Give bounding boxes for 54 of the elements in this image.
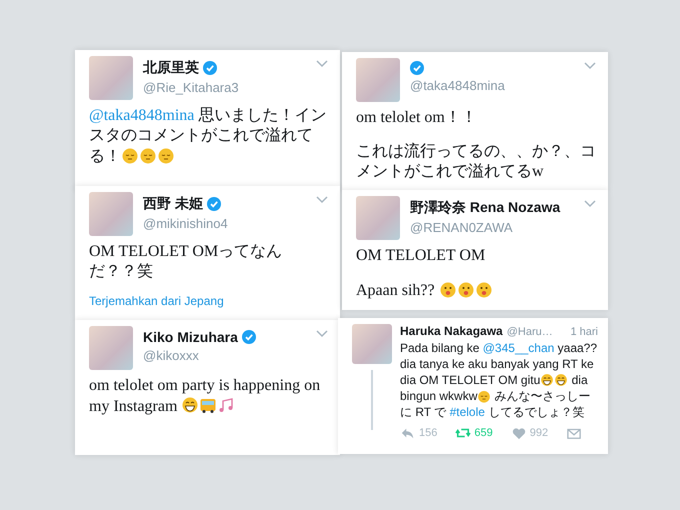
mention-link[interactable]: @345__chan [482,341,554,355]
sleepy-emoji-icon [139,146,157,164]
avatar-photo[interactable] [352,324,392,364]
avatar-photo[interactable] [356,58,400,102]
envelope-icon[interactable] [566,426,582,440]
user-name[interactable]: Kiko Mizuhara [143,329,238,345]
shocked-emoji-icon [438,280,457,298]
avatar-photo[interactable] [89,56,133,100]
action-count: 156 [419,427,438,439]
notes-emoji-icon [217,396,236,414]
user-name[interactable]: 野澤玲奈 Rena Nozawa [410,199,560,217]
tweet-text: om telolet om party is happening on my Instagram [89,376,322,417]
user-name[interactable]: 北原里英 [143,59,199,77]
chevron-down-icon[interactable] [584,200,596,208]
user-name[interactable]: Haruka Nakagawa [400,324,503,338]
chevron-down-icon[interactable] [584,62,596,70]
retweet-icon[interactable] [455,426,472,440]
laugh-emoji-icon [540,373,554,387]
tweet-text: これは流行ってるの、、か？、コメントがこれで溢れてるw [356,142,596,182]
chevron-down-icon[interactable] [316,196,328,204]
user-name[interactable]: 西野 未姫 [143,195,203,213]
reply-icon[interactable] [400,426,416,440]
avatar-photo[interactable] [89,326,133,370]
user-handle[interactable]: @taka4848mina [410,78,505,93]
action-count: 659 [474,427,493,439]
user-handle[interactable]: @RENAN0ZAWA [410,220,560,235]
avatar-photo[interactable] [89,192,133,236]
hashtag-link[interactable]: #telole [450,405,485,419]
user-handle[interactable]: @kikoxxx [143,348,256,363]
tweet-text: Pada bilang ke @345__chan yaaa??dia tanya ke aku banyak yang RT ke dia OM TELOLET OM gitu dia bingun wkwkw みんな〜さっしーに RT で #telole してるでしょ？笑 [400,340,598,420]
translate-link[interactable]: Terjemahkan dari Jepang [89,294,328,308]
tweet-text: om telolet om！！ [356,108,478,128]
mention-link[interactable]: @taka4848mina [89,107,194,124]
tweet-text: OM TELOLET OMってなんだ？？笑 [89,242,284,282]
tweet-text: @taka4848mina 思いました！インスタのコメントがこれで溢れてる！ [89,106,328,167]
laugh-emoji-icon [181,396,200,414]
user-handle[interactable]: @mikinishino4 [143,216,228,231]
shocked-emoji-icon [456,280,475,298]
user-handle[interactable]: @Rie_Kitahara3 [143,80,239,95]
sleepy-emoji-icon [477,389,492,403]
shocked-emoji-icon [474,280,493,298]
avatar-photo[interactable] [356,196,400,240]
bus-emoji-icon [199,396,218,414]
tweet-text: Apaan sih?? [356,280,596,301]
tweet-text: OM TELOLET OM [356,246,486,266]
sleepy-emoji-icon [121,146,139,164]
sleepy-emoji-icon [157,146,175,164]
tweet-time: 1 hari [570,326,598,338]
chevron-down-icon[interactable] [316,330,328,338]
chevron-down-icon[interactable] [316,60,328,68]
user-handle[interactable]: @Haru… [506,326,553,338]
action-count: 992 [530,427,548,439]
laugh-emoji-icon [554,373,568,387]
heart-icon[interactable] [510,426,527,440]
